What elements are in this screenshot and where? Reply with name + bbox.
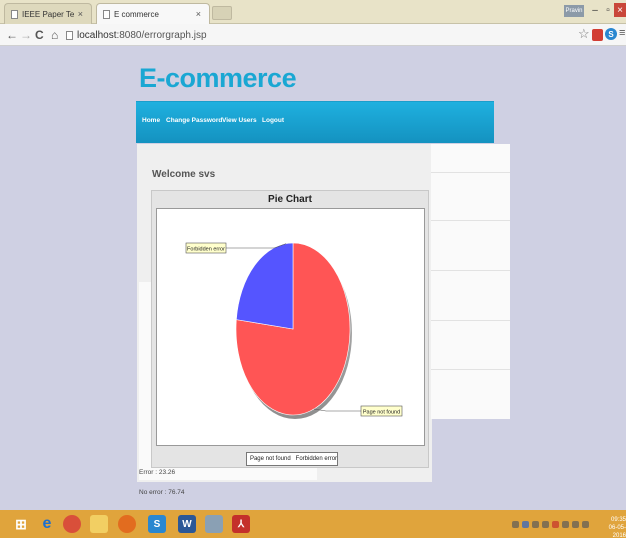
system-clock[interactable]: 09:35 06-05-2016 (598, 516, 626, 538)
divider (431, 369, 510, 370)
pie-svg: Forbidden error Page not found (185, 242, 403, 419)
main-menu: Home Change Password View Users Logout (136, 101, 494, 143)
minimize-icon[interactable]: – (589, 3, 601, 17)
pdf-reader-icon[interactable]: ⅄ (232, 515, 250, 533)
maximize-icon[interactable]: ▫ (602, 3, 614, 17)
browser-toolbar: ← → C ⌂ localhost:8080/errorgraph.jsp ☆ … (0, 24, 626, 46)
volume-icon[interactable] (582, 520, 589, 528)
legend-label-page-not-found: Page not found (249, 456, 291, 462)
forward-arrow-icon[interactable]: → (20, 28, 32, 42)
tab-ieee-paper[interactable]: IEEE Paper Template in A4 × (4, 3, 92, 24)
tray-icon[interactable] (562, 520, 569, 528)
file-explorer-icon[interactable] (90, 515, 108, 533)
page-viewport: E-commerce Home Change Password View Use… (0, 46, 626, 510)
welcome-text: Welcome svs (152, 169, 216, 180)
app-icon[interactable] (205, 515, 223, 533)
side-panel (431, 144, 510, 419)
no-error-stat: No error : 76.74 (139, 489, 185, 496)
profile-badge[interactable]: Pravin (564, 5, 584, 17)
tray-icon[interactable] (542, 520, 549, 528)
tab-label: E commerce (114, 9, 159, 19)
page-icon (103, 9, 110, 19)
browser-menu-icon[interactable]: ≡ (619, 27, 625, 39)
clock-date: 06-05-2016 (608, 525, 626, 538)
menu-item-view-users[interactable]: View Users (222, 117, 257, 124)
legend-label-forbidden-error: Forbidden error (295, 456, 338, 462)
chrome-icon[interactable] (63, 515, 81, 533)
bookmark-star-icon[interactable]: ☆ (578, 26, 590, 42)
reload-icon[interactable]: C (35, 28, 44, 42)
address-bar[interactable]: localhost:8080/errorgraph.jsp (66, 29, 207, 42)
close-tab-icon[interactable]: × (196, 9, 201, 19)
word-icon[interactable]: W (178, 515, 196, 533)
pie-slice-forbidden-error[interactable] (236, 242, 294, 330)
skype-icon[interactable]: S (148, 515, 166, 533)
menu-item-change-password[interactable]: Change Password (166, 117, 222, 124)
tab-label: IEEE Paper Template in A4 (22, 9, 74, 19)
browser-tab-bar: IEEE Paper Template in A4 × E commerce ×… (0, 0, 626, 24)
tray-icon[interactable] (532, 520, 539, 528)
system-tray (512, 519, 602, 529)
chart-plot-area: Forbidden error Page not found (156, 208, 425, 446)
window-close-icon[interactable]: × (614, 3, 626, 17)
label-page-not-found: Page not found (363, 410, 400, 416)
url-path: :8080/errorgraph.jsp (116, 30, 207, 41)
network-icon[interactable] (572, 520, 579, 528)
edge-browser-icon[interactable]: e (38, 515, 56, 533)
divider (431, 220, 510, 221)
tray-icon[interactable] (522, 520, 529, 528)
site-logo[interactable]: E-commerce (139, 63, 297, 94)
back-arrow-icon[interactable]: ← (6, 28, 18, 42)
firefox-icon[interactable] (118, 515, 136, 533)
menu-item-logout[interactable]: Logout (262, 117, 284, 124)
extension-icon[interactable] (592, 29, 603, 41)
divider (431, 320, 510, 321)
page-icon (66, 31, 73, 40)
skype-extension-icon[interactable]: S (605, 28, 617, 40)
chart-legend: Page not found Forbidden error (246, 452, 338, 466)
page-icon (11, 9, 18, 19)
new-tab-button[interactable] (212, 6, 232, 20)
tab-ecommerce[interactable]: E commerce × (96, 3, 210, 24)
divider (431, 270, 510, 271)
error-stat: Error : 23.26 (139, 469, 176, 476)
chart-title: Pie Chart (268, 194, 312, 205)
tray-icon[interactable] (552, 520, 559, 528)
tray-icon[interactable] (512, 520, 519, 528)
pie-chart: Pie Chart Forbidden error Page not found … (151, 190, 429, 468)
divider (431, 172, 510, 173)
os-taskbar: ⊞ e S W ⅄ 09:35 06-05-2016 (0, 510, 626, 538)
home-icon[interactable]: ⌂ (51, 28, 58, 42)
windows-start-icon[interactable]: ⊞ (12, 515, 30, 533)
close-tab-icon[interactable]: × (78, 9, 83, 19)
clock-time: 09:35 (610, 517, 626, 523)
menu-item-home[interactable]: Home (142, 117, 160, 124)
url-host: localhost (77, 30, 117, 41)
label-forbidden-error: Forbidden error (187, 247, 225, 253)
